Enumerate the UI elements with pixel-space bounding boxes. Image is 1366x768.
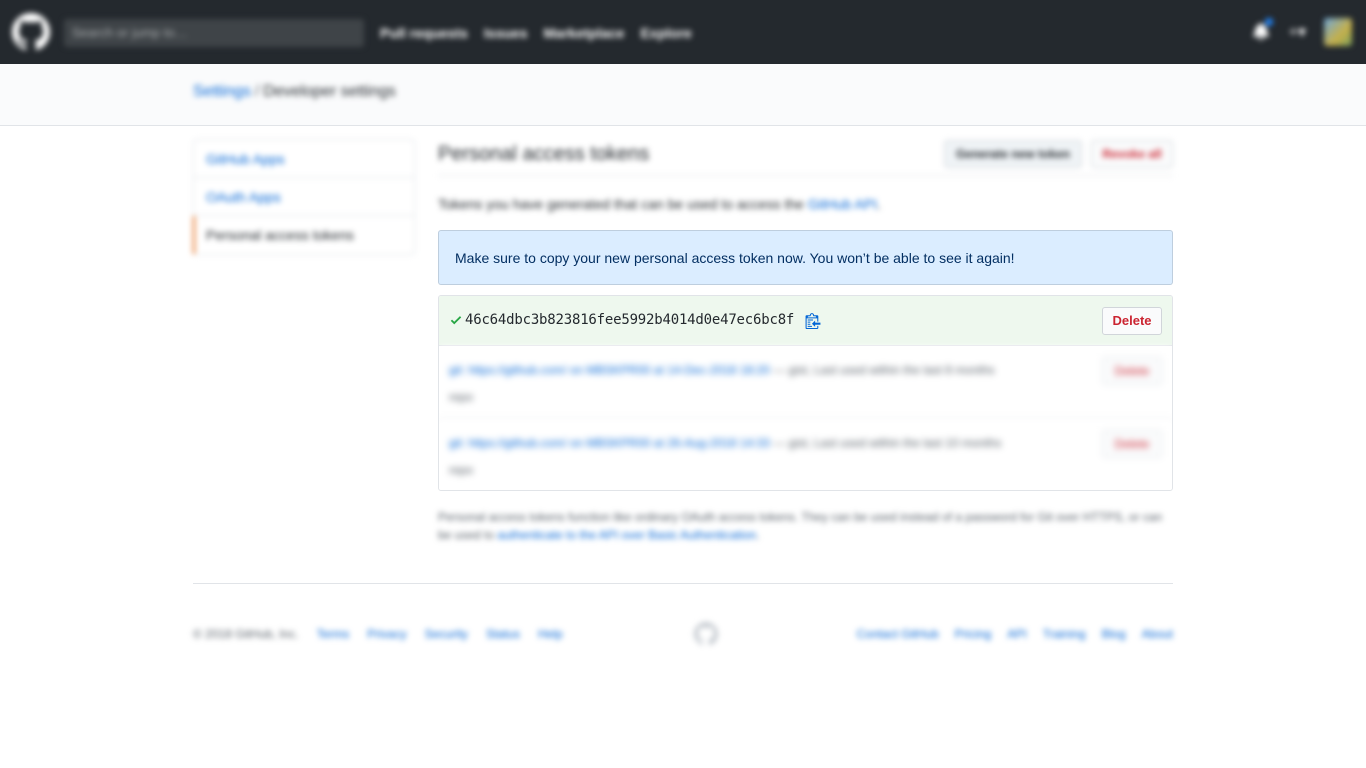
token-extra-scope: repo [449, 390, 474, 404]
delete-token-button[interactable]: Delete [1102, 430, 1162, 458]
token-name-link[interactable]: git: https://github.com/ on MBSKPR00 at … [449, 436, 770, 450]
footnote-end: . [756, 528, 760, 542]
token-last-used: Last used within the last 8 months [810, 363, 995, 377]
clipboard-icon[interactable] [805, 312, 821, 329]
footer-link-api[interactable]: API [1007, 626, 1026, 642]
footer-link-contact[interactable]: Contact GitHub [857, 626, 939, 642]
breadcrumb: Settings / Developer settings [193, 82, 396, 102]
page-title: Personal access tokens [438, 143, 650, 165]
header-right: +▾ [1252, 18, 1352, 46]
copy-token-flash: Make sure to copy your new personal acce… [438, 230, 1173, 285]
footer-link-about[interactable]: About [1142, 626, 1173, 642]
new-token-value[interactable]: 46c64dbc3b823816fee5992b4014d0e47ec6bc8f [465, 311, 794, 329]
search-input[interactable]: Search or jump to… [64, 19, 364, 47]
description-text: Tokens you have generated that can be us… [438, 196, 808, 212]
footer-left: © 2018 GitHub, Inc. Terms Privacy Securi… [193, 626, 563, 642]
nav-issues[interactable]: Issues [484, 22, 528, 44]
token-name-link[interactable]: git: https://github.com/ on MBSKPR00 at … [449, 363, 770, 377]
footer-link-help[interactable]: Help [538, 626, 563, 642]
token-details: git: https://github.com/ on MBSKPR00 at … [449, 357, 1089, 411]
header-nav: Pull requests Issues Marketplace Explore [380, 22, 692, 44]
github-api-link[interactable]: GitHub API [808, 196, 877, 212]
footer-link-terms[interactable]: Terms [317, 626, 350, 642]
description-end: . [876, 196, 881, 212]
nav-marketplace[interactable]: Marketplace [544, 22, 625, 44]
github-octocat-icon[interactable] [12, 13, 50, 51]
footer-link-status[interactable]: Status [486, 626, 520, 642]
generate-token-button[interactable]: Generate new token [944, 140, 1082, 168]
bell-icon[interactable] [1252, 18, 1273, 44]
footer-link-blog[interactable]: Blog [1102, 626, 1126, 642]
token-list: 46c64dbc3b823816fee5992b4014d0e47ec6bc8f… [438, 295, 1173, 491]
tokens-footnote: Personal access tokens function like ord… [438, 508, 1173, 544]
notification-dot [1264, 18, 1273, 26]
check-icon [450, 316, 462, 325]
token-last-used: Last used within the last 10 months [810, 436, 1002, 450]
footer-divider [193, 583, 1173, 584]
footer-right: Contact GitHub Pricing API Training Blog… [857, 626, 1173, 642]
footer-link-pricing[interactable]: Pricing [955, 626, 992, 642]
breadcrumb-settings-link[interactable]: Settings [193, 83, 251, 100]
token-scope: — gist, [769, 363, 811, 377]
tokens-description: Tokens you have generated that can be us… [438, 195, 881, 213]
settings-sidebar: GitHub Apps OAuth Apps Personal access t… [193, 139, 415, 255]
sidebar-item-personal-access-tokens[interactable]: Personal access tokens [193, 216, 414, 254]
token-scope: — gist, [769, 436, 811, 450]
token-details: git: https://github.com/ on MBSKPR00 at … [449, 430, 1089, 484]
breadcrumb-current: Developer settings [263, 83, 396, 100]
nav-explore[interactable]: Explore [640, 22, 691, 44]
sidebar-item-github-apps[interactable]: GitHub Apps [194, 140, 414, 178]
token-extra-scope: repo [449, 463, 474, 477]
footer-link-privacy[interactable]: Privacy [367, 626, 406, 642]
nav-pull-requests[interactable]: Pull requests [380, 22, 468, 44]
footer-link-security[interactable]: Security [425, 626, 468, 642]
flash-message: Make sure to copy your new personal acce… [455, 250, 1015, 266]
github-mark-icon[interactable] [694, 622, 718, 646]
basic-auth-link[interactable]: authenticate to the API over Basic Authe… [497, 528, 756, 542]
new-token-row: 46c64dbc3b823816fee5992b4014d0e47ec6bc8f… [439, 296, 1172, 346]
footer-copyright: © 2018 GitHub, Inc. [193, 627, 299, 641]
delete-new-token-button[interactable]: Delete [1102, 307, 1162, 335]
token-row: git: https://github.com/ on MBSKPR00 at … [439, 420, 1172, 490]
delete-token-button[interactable]: Delete [1102, 357, 1162, 385]
revoke-all-button[interactable]: Revoke all [1091, 140, 1173, 168]
title-divider [438, 175, 1173, 176]
top-header: Search or jump to… Pull requests Issues … [0, 0, 1366, 64]
token-row: git: https://github.com/ on MBSKPR00 at … [439, 347, 1172, 420]
create-new-dropdown[interactable]: +▾ [1289, 22, 1306, 42]
breadcrumb-separator: / [254, 83, 260, 100]
avatar[interactable] [1324, 18, 1352, 46]
sidebar-item-oauth-apps[interactable]: OAuth Apps [194, 178, 414, 216]
footer-link-training[interactable]: Training [1043, 626, 1086, 642]
